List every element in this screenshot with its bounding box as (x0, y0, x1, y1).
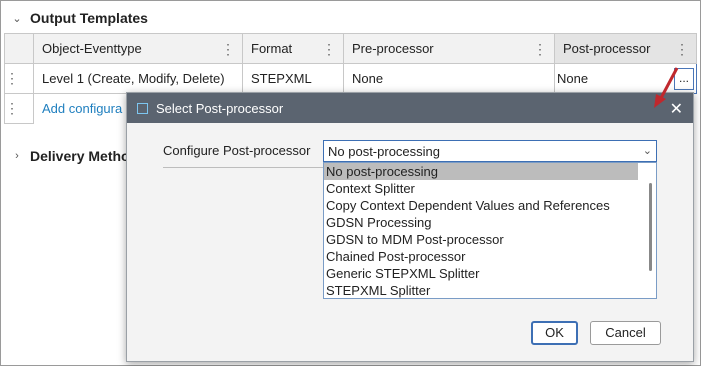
row-drag-handle-icon[interactable]: ⋮ (4, 93, 34, 124)
column-menu-icon[interactable]: ⋮ (675, 42, 689, 56)
table-row[interactable]: ⋮ Level 1 (Create, Modify, Delete) STEPX… (4, 63, 697, 94)
cell-object-eventtype[interactable]: Level 1 (Create, Modify, Delete) (33, 63, 243, 94)
dropdown-option[interactable]: Copy Context Dependent Values and Refere… (324, 197, 656, 214)
delivery-method-header[interactable]: › Delivery Metho (10, 146, 130, 166)
column-label: Object-Eventtype (42, 41, 142, 56)
row-drag-handle-icon[interactable]: ⋮ (4, 63, 34, 94)
column-header-object-eventtype[interactable]: Object-Eventtype ⋮ (33, 33, 243, 64)
select-post-processor-dialog: Select Post-processor ✕ Configure Post-p… (126, 92, 694, 362)
dropdown-option[interactable]: GDSN to MDM Post-processor (324, 231, 656, 248)
post-processor-select[interactable]: No post-processing ⌄ (323, 140, 657, 162)
chevron-down-icon[interactable]: ⌄ (10, 12, 24, 25)
post-processor-value: None (557, 71, 589, 86)
dropdown-scrollbar[interactable] (649, 183, 652, 271)
handle-header (4, 33, 34, 64)
cell-pre-processor[interactable]: None (343, 63, 555, 94)
output-templates-header[interactable]: ⌄ Output Templates (10, 8, 148, 28)
window-icon (137, 102, 148, 114)
section-title: Output Templates (30, 10, 148, 26)
column-menu-icon[interactable]: ⋮ (322, 42, 336, 56)
annotation-arrow-icon (654, 67, 679, 108)
column-menu-icon[interactable]: ⋮ (221, 42, 235, 56)
dropdown-option[interactable]: Context Splitter (324, 180, 656, 197)
post-processor-dropdown-list: No post-processing Context Splitter Copy… (323, 162, 657, 299)
table-header-row: Object-Eventtype ⋮ Format ⋮ Pre-processor ⋮… (4, 33, 697, 64)
cell-format[interactable]: STEPXML (242, 63, 344, 94)
column-label: Post-processor (563, 41, 651, 56)
column-header-post-processor[interactable]: Post-processor ⋮ (554, 33, 697, 64)
dialog-title: Select Post-processor (156, 100, 284, 116)
dialog-title-bar[interactable]: Select Post-processor ✕ (127, 93, 693, 123)
column-header-pre-processor[interactable]: Pre-processor ⋮ (343, 33, 555, 64)
dropdown-option[interactable]: Generic STEPXML Splitter (324, 265, 656, 282)
column-header-format[interactable]: Format ⋮ (242, 33, 344, 64)
column-menu-icon[interactable]: ⋮ (533, 42, 547, 56)
dropdown-option[interactable]: GDSN Processing (324, 214, 656, 231)
select-value: No post-processing (328, 143, 440, 159)
column-label: Format (251, 41, 293, 56)
chevron-down-icon[interactable]: ⌄ (643, 144, 652, 157)
dropdown-option[interactable]: No post-processing (324, 163, 638, 180)
column-label: Pre-processor (352, 41, 434, 56)
dropdown-option[interactable]: Chained Post-processor (324, 248, 656, 265)
add-configuration-link[interactable]: Add configura (34, 101, 122, 116)
cancel-button[interactable]: Cancel (590, 321, 661, 345)
dropdown-option[interactable]: STEPXML Splitter (324, 282, 656, 298)
ok-button[interactable]: OK (531, 321, 578, 345)
configure-post-processor-label: Configure Post-processor (163, 143, 311, 158)
section-title-delivery: Delivery Metho (30, 148, 130, 164)
label-underline (163, 167, 323, 168)
chevron-right-icon[interactable]: › (10, 150, 24, 162)
